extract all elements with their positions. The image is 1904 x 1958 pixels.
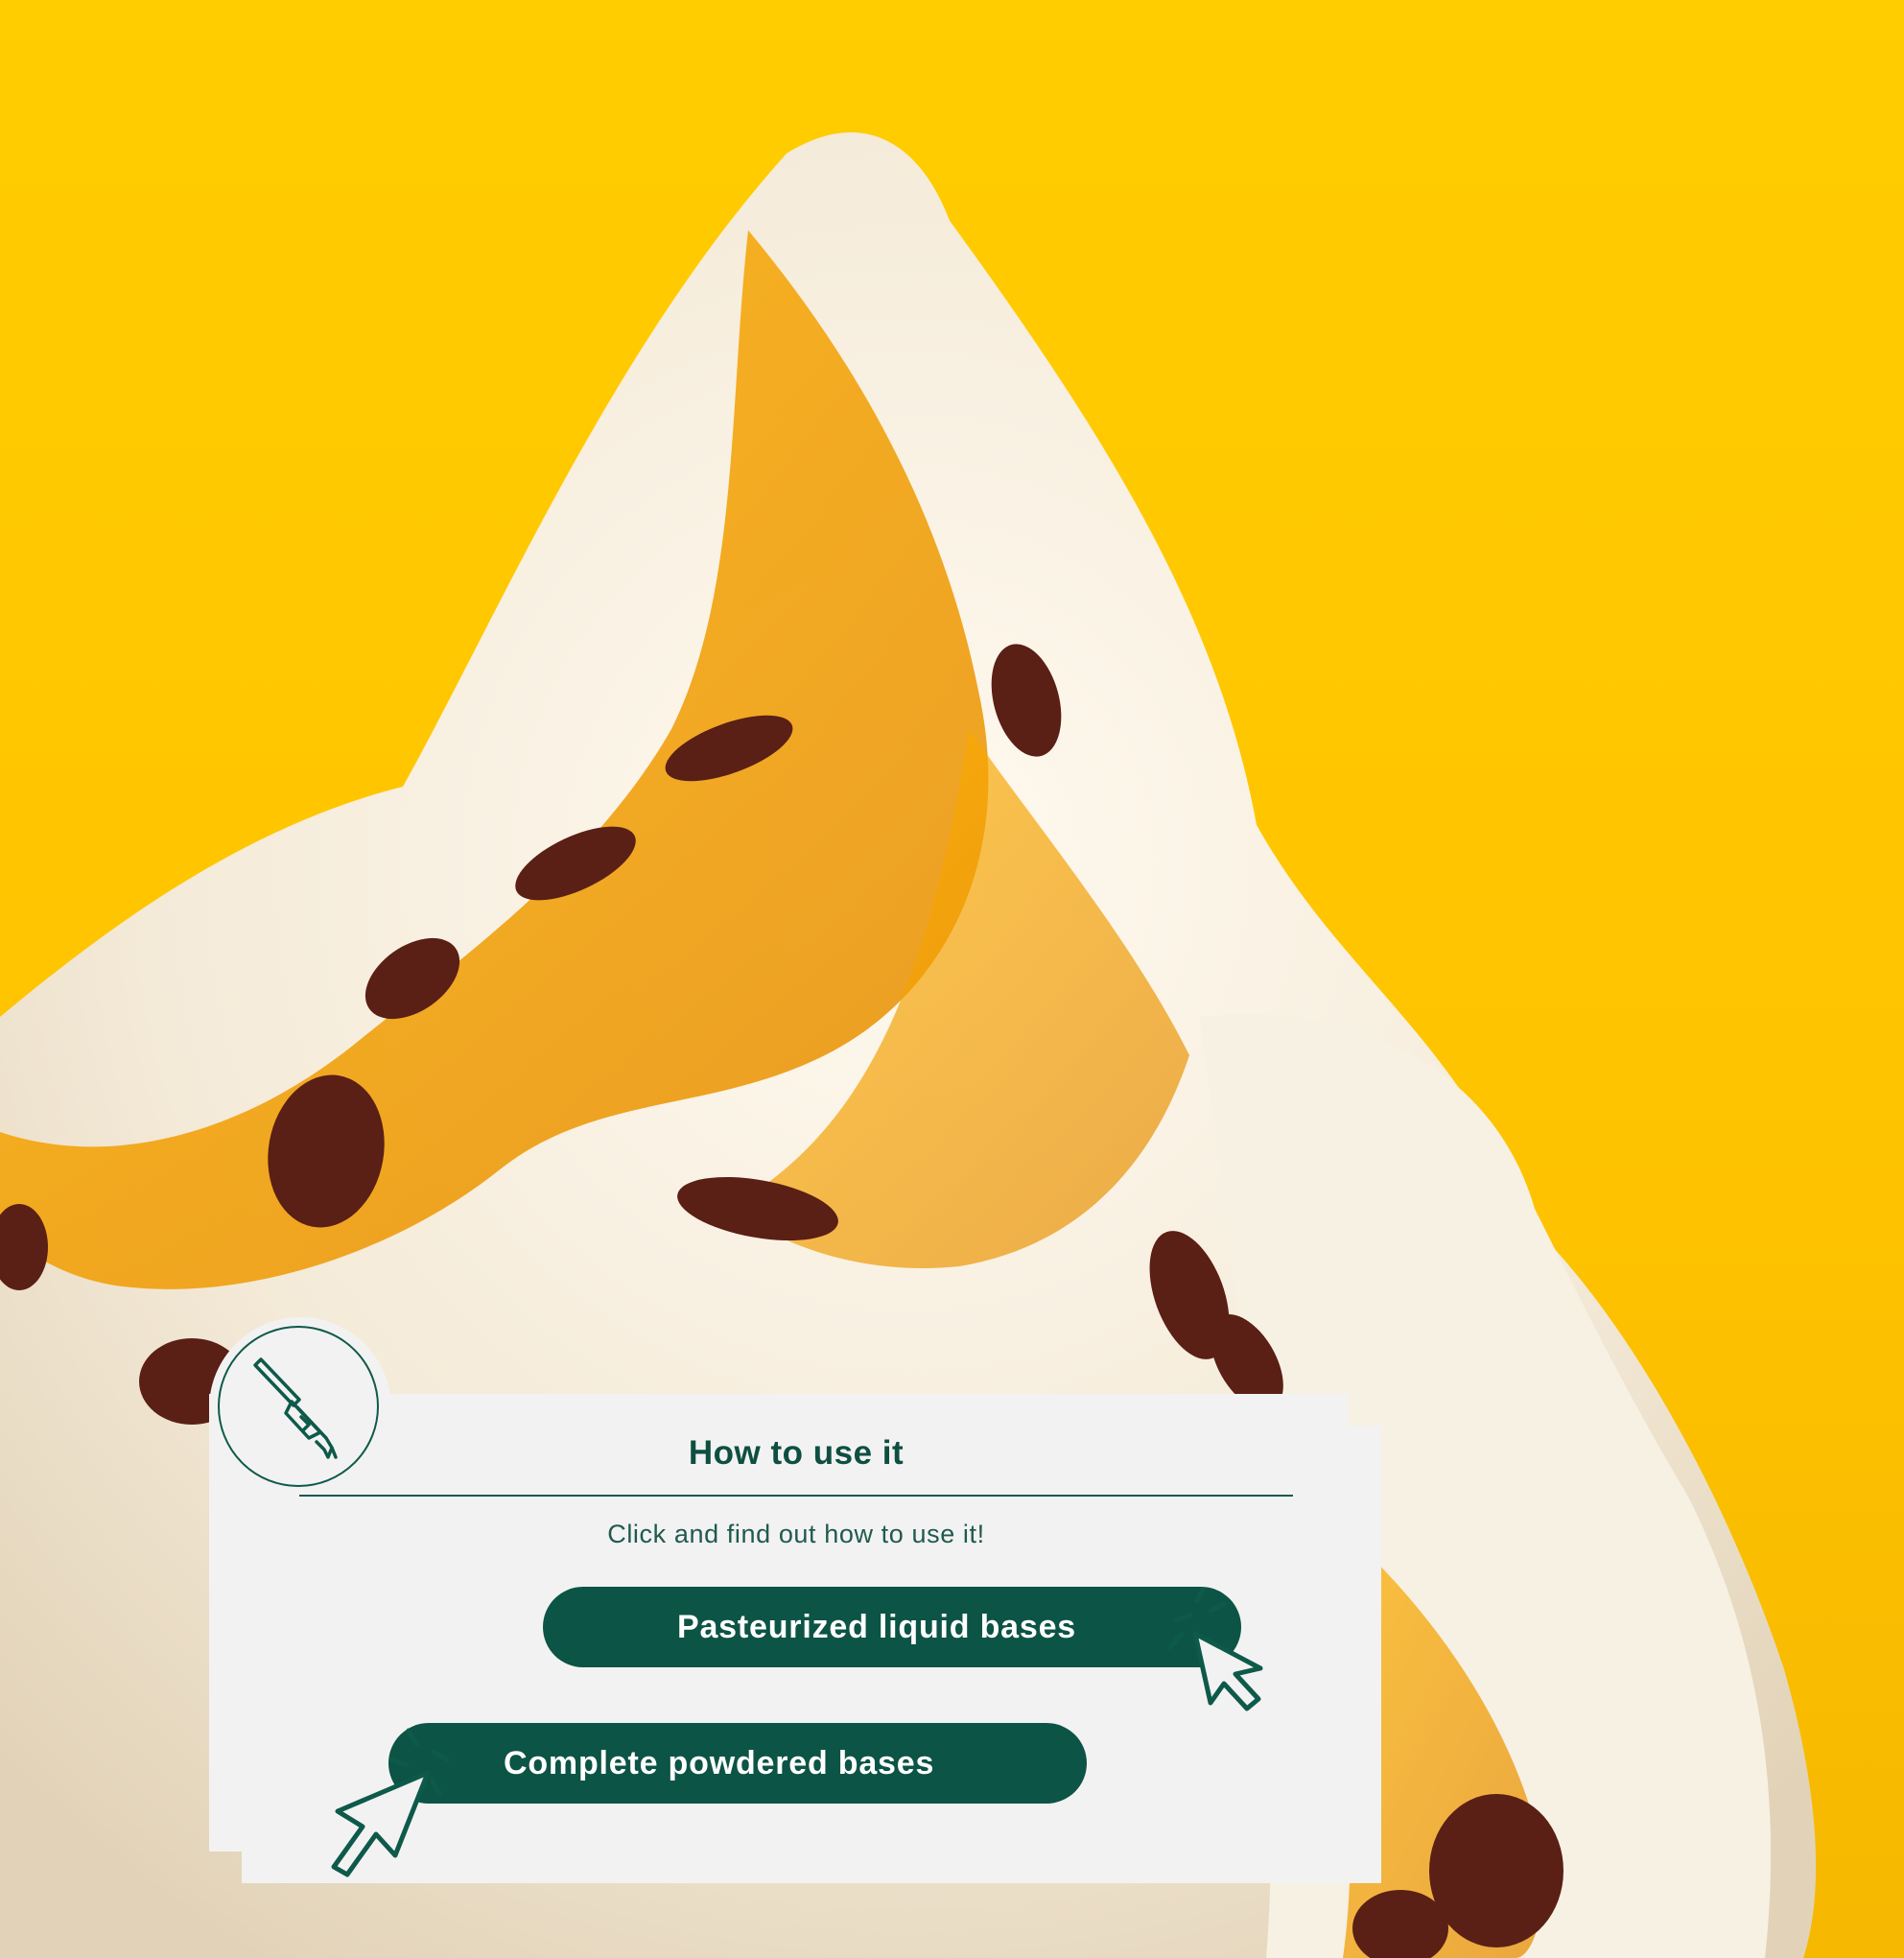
brush-dripping-icon xyxy=(253,1357,338,1459)
click-cursor-icon xyxy=(331,1728,450,1877)
complete-powdered-bases-label: Complete powdered bases xyxy=(504,1744,935,1781)
card-title: How to use it xyxy=(688,1434,905,1472)
click-cursor-icon xyxy=(1167,1588,1263,1711)
pasteurized-liquid-bases-button[interactable]: Pasteurized liquid bases xyxy=(543,1587,1241,1667)
title-divider xyxy=(299,1495,1293,1497)
complete-powdered-bases-button[interactable]: Complete powdered bases xyxy=(388,1723,1087,1804)
pasteurized-liquid-bases-label: Pasteurized liquid bases xyxy=(677,1608,1076,1645)
card-subtitle: Click and find out how to use it! xyxy=(607,1520,985,1548)
card-badge xyxy=(209,1317,391,1499)
